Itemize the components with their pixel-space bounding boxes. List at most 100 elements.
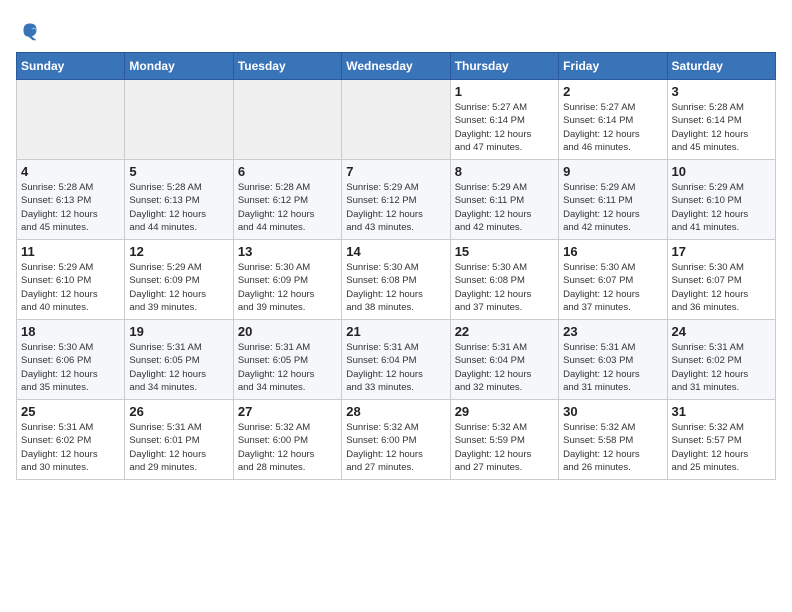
calendar-week-row: 4Sunrise: 5:28 AM Sunset: 6:13 PM Daylig… [17,160,776,240]
calendar-cell [342,80,450,160]
calendar-cell: 20 Sunrise: 5:31 AM Sunset: 6:05 PM Dayli… [233,320,341,400]
calendar-week-row: 11 Sunrise: 5:29 AM Sunset: 6:10 PM Dayli… [17,240,776,320]
calendar-cell: 27Sunrise: 5:32 AM Sunset: 6:00 PM Dayli… [233,400,341,480]
day-info: Sunrise: 5:31 AM Sunset: 6:03 PM Dayligh… [563,341,662,394]
day-number: 1 [455,84,554,99]
logo [16,16,48,44]
calendar-cell: 25Sunrise: 5:31 AM Sunset: 6:02 PM Dayli… [17,400,125,480]
day-number: 5 [129,164,228,179]
calendar-cell: 30 Sunrise: 5:32 AM Sunset: 5:58 PM Dayli… [559,400,667,480]
calendar-cell: 26 Sunrise: 5:31 AM Sunset: 6:01 PM Dayli… [125,400,233,480]
column-header-sunday: Sunday [17,53,125,80]
day-number: 23 [563,324,662,339]
calendar-cell: 9 Sunrise: 5:29 AM Sunset: 6:11 PM Daylig… [559,160,667,240]
day-info: Sunrise: 5:30 AM Sunset: 6:06 PM Dayligh… [21,341,120,394]
day-number: 8 [455,164,554,179]
day-info: Sunrise: 5:32 AM Sunset: 5:57 PM Dayligh… [672,421,771,474]
calendar-cell: 22Sunrise: 5:31 AM Sunset: 6:04 PM Dayli… [450,320,558,400]
calendar-cell: 11 Sunrise: 5:29 AM Sunset: 6:10 PM Dayli… [17,240,125,320]
logo-icon [16,16,44,44]
column-header-wednesday: Wednesday [342,53,450,80]
calendar-week-row: 25Sunrise: 5:31 AM Sunset: 6:02 PM Dayli… [17,400,776,480]
day-number: 24 [672,324,771,339]
day-info: Sunrise: 5:30 AM Sunset: 6:07 PM Dayligh… [672,261,771,314]
day-info: Sunrise: 5:28 AM Sunset: 6:12 PM Dayligh… [238,181,337,234]
day-number: 17 [672,244,771,259]
calendar-table: SundayMondayTuesdayWednesdayThursdayFrid… [16,52,776,480]
column-header-friday: Friday [559,53,667,80]
column-header-saturday: Saturday [667,53,775,80]
calendar-cell: 14 Sunrise: 5:30 AM Sunset: 6:08 PM Dayli… [342,240,450,320]
day-info: Sunrise: 5:32 AM Sunset: 5:59 PM Dayligh… [455,421,554,474]
day-info: Sunrise: 5:31 AM Sunset: 6:04 PM Dayligh… [346,341,445,394]
day-info: Sunrise: 5:30 AM Sunset: 6:07 PM Dayligh… [563,261,662,314]
calendar-cell: 12Sunrise: 5:29 AM Sunset: 6:09 PM Dayli… [125,240,233,320]
calendar-cell: 23 Sunrise: 5:31 AM Sunset: 6:03 PM Dayli… [559,320,667,400]
day-info: Sunrise: 5:29 AM Sunset: 6:11 PM Dayligh… [563,181,662,234]
calendar-cell: 15 Sunrise: 5:30 AM Sunset: 6:08 PM Dayli… [450,240,558,320]
calendar-week-row: 18 Sunrise: 5:30 AM Sunset: 6:06 PM Dayli… [17,320,776,400]
day-number: 10 [672,164,771,179]
day-number: 28 [346,404,445,419]
day-info: Sunrise: 5:31 AM Sunset: 6:02 PM Dayligh… [21,421,120,474]
column-header-monday: Monday [125,53,233,80]
day-number: 30 [563,404,662,419]
day-number: 14 [346,244,445,259]
day-info: Sunrise: 5:28 AM Sunset: 6:14 PM Dayligh… [672,101,771,154]
day-info: Sunrise: 5:32 AM Sunset: 6:00 PM Dayligh… [346,421,445,474]
day-number: 3 [672,84,771,99]
day-info: Sunrise: 5:31 AM Sunset: 6:02 PM Dayligh… [672,341,771,394]
day-number: 29 [455,404,554,419]
calendar-cell [125,80,233,160]
day-number: 22 [455,324,554,339]
column-header-thursday: Thursday [450,53,558,80]
calendar-cell: 10Sunrise: 5:29 AM Sunset: 6:10 PM Dayli… [667,160,775,240]
day-info: Sunrise: 5:31 AM Sunset: 6:05 PM Dayligh… [238,341,337,394]
day-info: Sunrise: 5:31 AM Sunset: 6:01 PM Dayligh… [129,421,228,474]
calendar-cell: 17 Sunrise: 5:30 AM Sunset: 6:07 PM Dayli… [667,240,775,320]
calendar-cell: 5 Sunrise: 5:28 AM Sunset: 6:13 PM Daylig… [125,160,233,240]
day-number: 21 [346,324,445,339]
day-info: Sunrise: 5:29 AM Sunset: 6:12 PM Dayligh… [346,181,445,234]
day-number: 7 [346,164,445,179]
day-number: 26 [129,404,228,419]
calendar-header-row: SundayMondayTuesdayWednesdayThursdayFrid… [17,53,776,80]
day-number: 6 [238,164,337,179]
calendar-cell: 24 Sunrise: 5:31 AM Sunset: 6:02 PM Dayli… [667,320,775,400]
calendar-week-row: 1 Sunrise: 5:27 AM Sunset: 6:14 PM Daylig… [17,80,776,160]
day-info: Sunrise: 5:32 AM Sunset: 5:58 PM Dayligh… [563,421,662,474]
header [16,16,776,44]
day-number: 31 [672,404,771,419]
column-header-tuesday: Tuesday [233,53,341,80]
calendar-cell: 21 Sunrise: 5:31 AM Sunset: 6:04 PM Dayli… [342,320,450,400]
calendar-cell [17,80,125,160]
day-info: Sunrise: 5:28 AM Sunset: 6:13 PM Dayligh… [129,181,228,234]
day-number: 15 [455,244,554,259]
day-number: 20 [238,324,337,339]
day-number: 2 [563,84,662,99]
calendar-cell: 16 Sunrise: 5:30 AM Sunset: 6:07 PM Dayli… [559,240,667,320]
day-info: Sunrise: 5:27 AM Sunset: 6:14 PM Dayligh… [563,101,662,154]
calendar-cell: 1 Sunrise: 5:27 AM Sunset: 6:14 PM Daylig… [450,80,558,160]
calendar-cell [233,80,341,160]
day-info: Sunrise: 5:27 AM Sunset: 6:14 PM Dayligh… [455,101,554,154]
day-number: 19 [129,324,228,339]
day-info: Sunrise: 5:30 AM Sunset: 6:08 PM Dayligh… [455,261,554,314]
day-number: 16 [563,244,662,259]
calendar-cell: 2 Sunrise: 5:27 AM Sunset: 6:14 PM Daylig… [559,80,667,160]
calendar-cell: 19 Sunrise: 5:31 AM Sunset: 6:05 PM Dayli… [125,320,233,400]
calendar-cell: 13Sunrise: 5:30 AM Sunset: 6:09 PM Dayli… [233,240,341,320]
day-info: Sunrise: 5:29 AM Sunset: 6:10 PM Dayligh… [21,261,120,314]
calendar-cell: 28 Sunrise: 5:32 AM Sunset: 6:00 PM Dayli… [342,400,450,480]
day-info: Sunrise: 5:30 AM Sunset: 6:08 PM Dayligh… [346,261,445,314]
day-info: Sunrise: 5:29 AM Sunset: 6:11 PM Dayligh… [455,181,554,234]
calendar-cell: 8 Sunrise: 5:29 AM Sunset: 6:11 PM Daylig… [450,160,558,240]
calendar-cell: 6 Sunrise: 5:28 AM Sunset: 6:12 PM Daylig… [233,160,341,240]
day-number: 11 [21,244,120,259]
day-number: 18 [21,324,120,339]
day-info: Sunrise: 5:30 AM Sunset: 6:09 PM Dayligh… [238,261,337,314]
day-info: Sunrise: 5:31 AM Sunset: 6:05 PM Dayligh… [129,341,228,394]
day-number: 27 [238,404,337,419]
day-number: 12 [129,244,228,259]
day-number: 9 [563,164,662,179]
